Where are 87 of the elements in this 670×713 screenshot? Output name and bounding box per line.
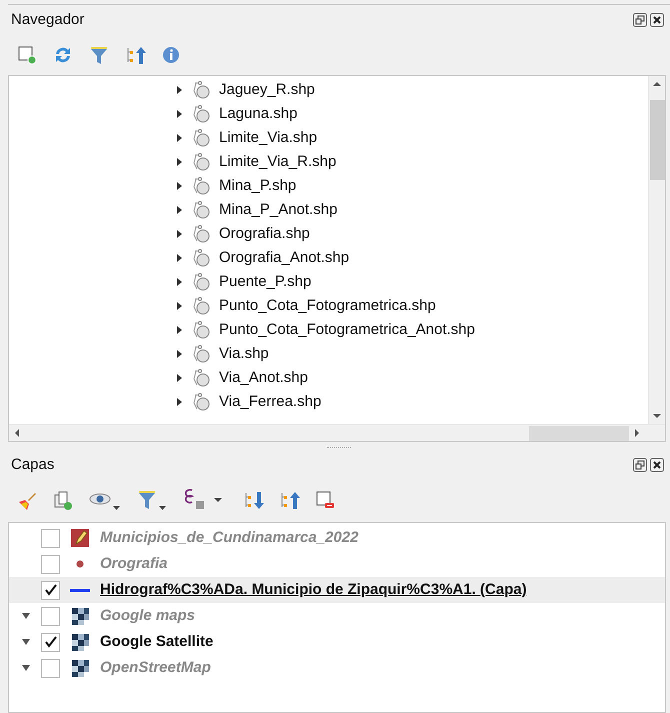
vector-file-icon: [191, 272, 211, 292]
float-icon[interactable]: [633, 13, 647, 27]
filter-icon[interactable]: [88, 44, 110, 66]
expand-arrow-icon[interactable]: [175, 181, 183, 191]
visibility-checkbox[interactable]: [41, 554, 60, 574]
expand-arrow-icon[interactable]: [175, 109, 183, 119]
visibility-checkbox[interactable]: [41, 658, 60, 678]
raster-tile-icon: [70, 606, 90, 626]
layer-name[interactable]: Hidrograf%C3%ADa. Municipio de Zipaquir%C3%A1. (Capa): [100, 578, 527, 602]
remove-layer-icon[interactable]: [314, 489, 336, 511]
layer-row[interactable]: Hidrograf%C3%ADa. Municipio de Zipaquir%C3%A1. (Capa): [9, 577, 665, 603]
file-name[interactable]: Limite_Via.shp: [219, 126, 318, 150]
collapse-arrow-icon[interactable]: [22, 637, 30, 647]
file-name[interactable]: Puente_P.shp: [219, 270, 312, 294]
file-name[interactable]: Mina_P_Anot.shp: [219, 198, 338, 222]
file-name[interactable]: Jaguey_R.shp: [219, 78, 315, 102]
vector-file-icon: [191, 176, 211, 196]
vertical-scrollbar[interactable]: [648, 76, 665, 424]
vector-file-icon: [191, 80, 211, 100]
file-name[interactable]: Punto_Cota_Fotogrametrica.shp: [219, 294, 436, 318]
visibility-checkbox[interactable]: [41, 606, 60, 626]
layer-name[interactable]: Municipios_de_Cundinamarca_2022: [100, 526, 358, 550]
vector-file-icon: [191, 248, 211, 268]
file-name[interactable]: Via_Ferrea.shp: [219, 390, 322, 414]
add-group-icon[interactable]: [52, 489, 74, 511]
file-name[interactable]: Punto_Cota_Fotogrametrica_Anot.shp: [219, 318, 475, 342]
vector-file-icon: [191, 128, 211, 148]
file-name[interactable]: Laguna.shp: [219, 102, 298, 126]
expand-arrow-icon[interactable]: [175, 373, 183, 383]
close-icon[interactable]: [650, 458, 664, 472]
expand-arrow-icon[interactable]: [175, 397, 183, 407]
layer-name[interactable]: Google Satellite: [100, 630, 214, 654]
vector-file-icon: [191, 104, 211, 124]
layer-row[interactable]: OpenStreetMap: [9, 655, 665, 681]
layer-row[interactable]: Google maps: [9, 603, 665, 629]
collapse-arrow-icon[interactable]: [22, 663, 30, 673]
layer-row[interactable]: Orografia: [9, 551, 665, 577]
scroll-right-icon[interactable]: [635, 429, 639, 437]
layer-row[interactable]: Municipios_de_Cundinamarca_2022: [9, 525, 665, 551]
horizontal-scrollbar[interactable]: [9, 424, 665, 441]
scroll-thumb[interactable]: [529, 426, 629, 440]
visibility-checkbox[interactable]: [41, 580, 60, 600]
file-name[interactable]: Limite_Via_R.shp: [219, 150, 336, 174]
expand-arrow-icon[interactable]: [175, 277, 183, 287]
collapse-arrow-icon[interactable]: [22, 611, 30, 621]
close-icon[interactable]: [650, 13, 664, 27]
expand-arrow-icon[interactable]: [175, 85, 183, 95]
layer-name[interactable]: Orografia: [100, 552, 168, 576]
raster-tile-icon: [70, 658, 90, 678]
new-layer-icon[interactable]: [16, 44, 38, 66]
vector-file-icon: [191, 344, 211, 364]
expand-arrow-icon[interactable]: [175, 325, 183, 335]
panel-title: Navegador: [11, 10, 84, 30]
layer-name[interactable]: Google maps: [100, 604, 196, 628]
vector-file-icon: [191, 200, 211, 220]
expand-arrow-icon[interactable]: [175, 205, 183, 215]
scroll-left-icon[interactable]: [15, 429, 19, 437]
pencil-icon: [70, 528, 90, 548]
scroll-down-icon[interactable]: [653, 414, 661, 418]
visibility-checkbox[interactable]: [41, 528, 60, 548]
visibility-checkbox[interactable]: [41, 632, 60, 652]
scroll-thumb[interactable]: [650, 100, 664, 180]
layer-row[interactable]: Google Satellite: [9, 629, 665, 655]
file-name[interactable]: Via.shp: [219, 342, 269, 366]
float-icon[interactable]: [633, 458, 647, 472]
line-icon: [70, 588, 90, 592]
expand-arrow-icon[interactable]: [175, 229, 183, 239]
file-name[interactable]: Orografia.shp: [219, 222, 310, 246]
info-icon[interactable]: [160, 44, 182, 66]
vector-file-icon: [191, 296, 211, 316]
vector-file-icon: [191, 152, 211, 172]
vector-file-icon: [191, 224, 211, 244]
expand-arrow-icon[interactable]: [175, 133, 183, 143]
vector-file-icon: [191, 392, 211, 412]
expand-arrow-icon[interactable]: [175, 253, 183, 263]
expand-arrow-icon[interactable]: [175, 301, 183, 311]
file-name[interactable]: Orografia_Anot.shp: [219, 246, 350, 270]
panel-title: Capas: [11, 454, 54, 475]
file-name[interactable]: Via_Anot.shp: [219, 366, 308, 390]
expand-arrow-icon[interactable]: [175, 349, 183, 359]
vector-file-icon: [191, 320, 211, 340]
file-name[interactable]: Mina_P.shp: [219, 174, 296, 198]
scroll-up-icon[interactable]: [653, 82, 661, 86]
raster-tile-icon: [70, 632, 90, 652]
layer-name[interactable]: OpenStreetMap: [100, 656, 211, 680]
vector-file-icon: [191, 368, 211, 388]
expand-arrow-icon[interactable]: [175, 157, 183, 167]
